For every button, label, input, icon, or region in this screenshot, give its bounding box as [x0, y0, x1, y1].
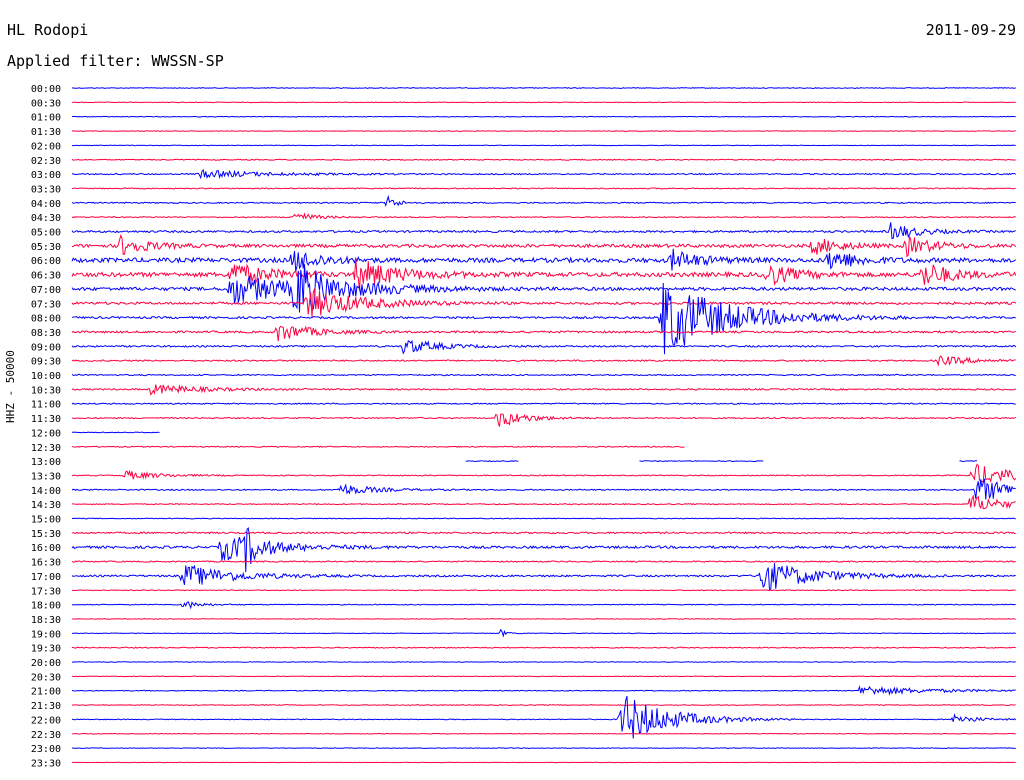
row-time-label: 05:00 [31, 228, 61, 239]
row-time-label: 14:00 [31, 486, 61, 497]
row-time-label: 13:00 [31, 457, 61, 468]
row-time-label: 14:30 [31, 500, 61, 511]
time-labels: 00:00 00:30 01:00 01:30 02:00 02:30 03:00 03:30… [31, 84, 61, 769]
trace-row-1500 [71, 517, 1016, 520]
row-time-label: 23:00 [31, 744, 61, 755]
row-time-label: 19:30 [31, 644, 61, 655]
row-time-label: 18:00 [31, 601, 61, 612]
trace-row-0500 [71, 222, 1016, 240]
trace-row-0800 [71, 282, 1016, 355]
seismic-traces [71, 87, 1017, 764]
row-time-label: 22:30 [31, 730, 61, 741]
row-time-label: 20:00 [31, 658, 61, 669]
trace-row-0300 [71, 168, 1017, 180]
row-time-label: 15:00 [31, 515, 61, 526]
trace-row-1400 [71, 478, 1016, 500]
row-time-label: 03:00 [31, 170, 61, 181]
row-time-label: 07:00 [31, 285, 61, 296]
trace-row-1800 [71, 601, 1016, 610]
trace-row-1830 [71, 618, 1016, 620]
row-time-label: 23:30 [31, 758, 61, 769]
row-time-label: 11:00 [31, 400, 61, 411]
trace-row-0600 [71, 248, 1017, 272]
row-time-label: 07:30 [31, 299, 61, 310]
trace-row-2230 [71, 732, 1016, 735]
row-time-label: 06:00 [31, 256, 61, 267]
row-time-label: 21:30 [31, 701, 61, 712]
row-time-label: 09:00 [31, 342, 61, 353]
trace-row-1430 [71, 494, 1016, 510]
trace-row-1330 [71, 463, 1017, 483]
row-time-label: 17:00 [31, 572, 61, 583]
row-time-label: 15:30 [31, 529, 61, 540]
row-time-label: 00:00 [31, 84, 61, 95]
trace-row-0000 [71, 87, 1016, 89]
trace-row-0700 [71, 264, 1016, 313]
trace-row-0230 [71, 158, 1016, 161]
trace-row-0030 [71, 101, 1016, 104]
row-time-label: 13:30 [31, 471, 61, 482]
trace-row-2200 [71, 695, 1017, 739]
trace-row-0530 [71, 234, 1017, 258]
trace-row-1000 [71, 373, 1016, 377]
row-time-label: 02:00 [31, 141, 61, 152]
trace-row-1600 [71, 526, 1016, 573]
row-time-label: 10:00 [31, 371, 61, 382]
row-time-label: 00:30 [31, 98, 61, 109]
row-time-label: 08:00 [31, 314, 61, 325]
trace-row-0200 [71, 144, 1016, 147]
row-time-label: 04:00 [31, 199, 61, 210]
trace-row-0130 [71, 130, 1016, 132]
trace-row-0100 [71, 115, 1016, 118]
trace-row-1930 [71, 646, 1016, 649]
trace-row-1700 [71, 563, 1016, 592]
trace-row-1030 [71, 384, 1017, 396]
trace-row-1100 [71, 402, 1016, 405]
trace-row-1630 [71, 560, 1016, 563]
row-time-label: 18:30 [31, 615, 61, 626]
trace-row-1300 [465, 460, 978, 463]
row-time-label: 12:00 [31, 428, 61, 439]
trace-row-0330 [71, 187, 1016, 190]
trace-row-2300 [71, 747, 1016, 749]
row-time-label: 12:30 [31, 443, 61, 454]
trace-row-1530 [71, 531, 1016, 535]
row-time-label: 01:00 [31, 113, 61, 124]
row-time-label: 08:30 [31, 328, 61, 339]
row-time-label: 16:30 [31, 558, 61, 569]
row-time-label: 01:30 [31, 127, 61, 138]
row-time-label: 06:30 [31, 271, 61, 282]
trace-row-1730 [71, 589, 1016, 592]
trace-row-2030 [71, 675, 1016, 678]
trace-row-1230 [71, 445, 685, 448]
row-time-label: 10:30 [31, 385, 61, 396]
trace-row-0400 [71, 194, 1016, 208]
trace-row-1900 [71, 628, 1016, 638]
trace-row-1130 [71, 413, 1016, 427]
trace-row-0730 [71, 288, 1017, 318]
trace-row-0430 [71, 212, 1016, 220]
row-time-label: 22:00 [31, 715, 61, 726]
row-time-label: 05:30 [31, 242, 61, 253]
row-time-label: 21:00 [31, 687, 61, 698]
row-time-label: 04:30 [31, 213, 61, 224]
trace-row-0630 [71, 257, 1017, 291]
row-time-label: 09:30 [31, 357, 61, 368]
trace-row-2000 [71, 661, 1016, 663]
row-time-label: 17:30 [31, 586, 61, 597]
trace-row-0830 [71, 325, 1016, 342]
row-time-label: 16:00 [31, 543, 61, 554]
row-time-label: 02:30 [31, 156, 61, 167]
trace-row-1200 [71, 431, 160, 434]
helicorder-plot: 00:00 00:30 01:00 01:30 02:00 02:30 03:00 03:30… [31, 84, 1017, 769]
trace-row-0900 [71, 339, 1017, 355]
row-time-label: 20:30 [31, 672, 61, 683]
trace-row-2130 [71, 704, 1016, 707]
trace-row-0930 [71, 355, 1016, 367]
row-time-label: 11:30 [31, 414, 61, 425]
row-time-label: 19:00 [31, 629, 61, 640]
trace-row-2100 [71, 685, 1016, 696]
row-time-label: 03:30 [31, 184, 61, 195]
